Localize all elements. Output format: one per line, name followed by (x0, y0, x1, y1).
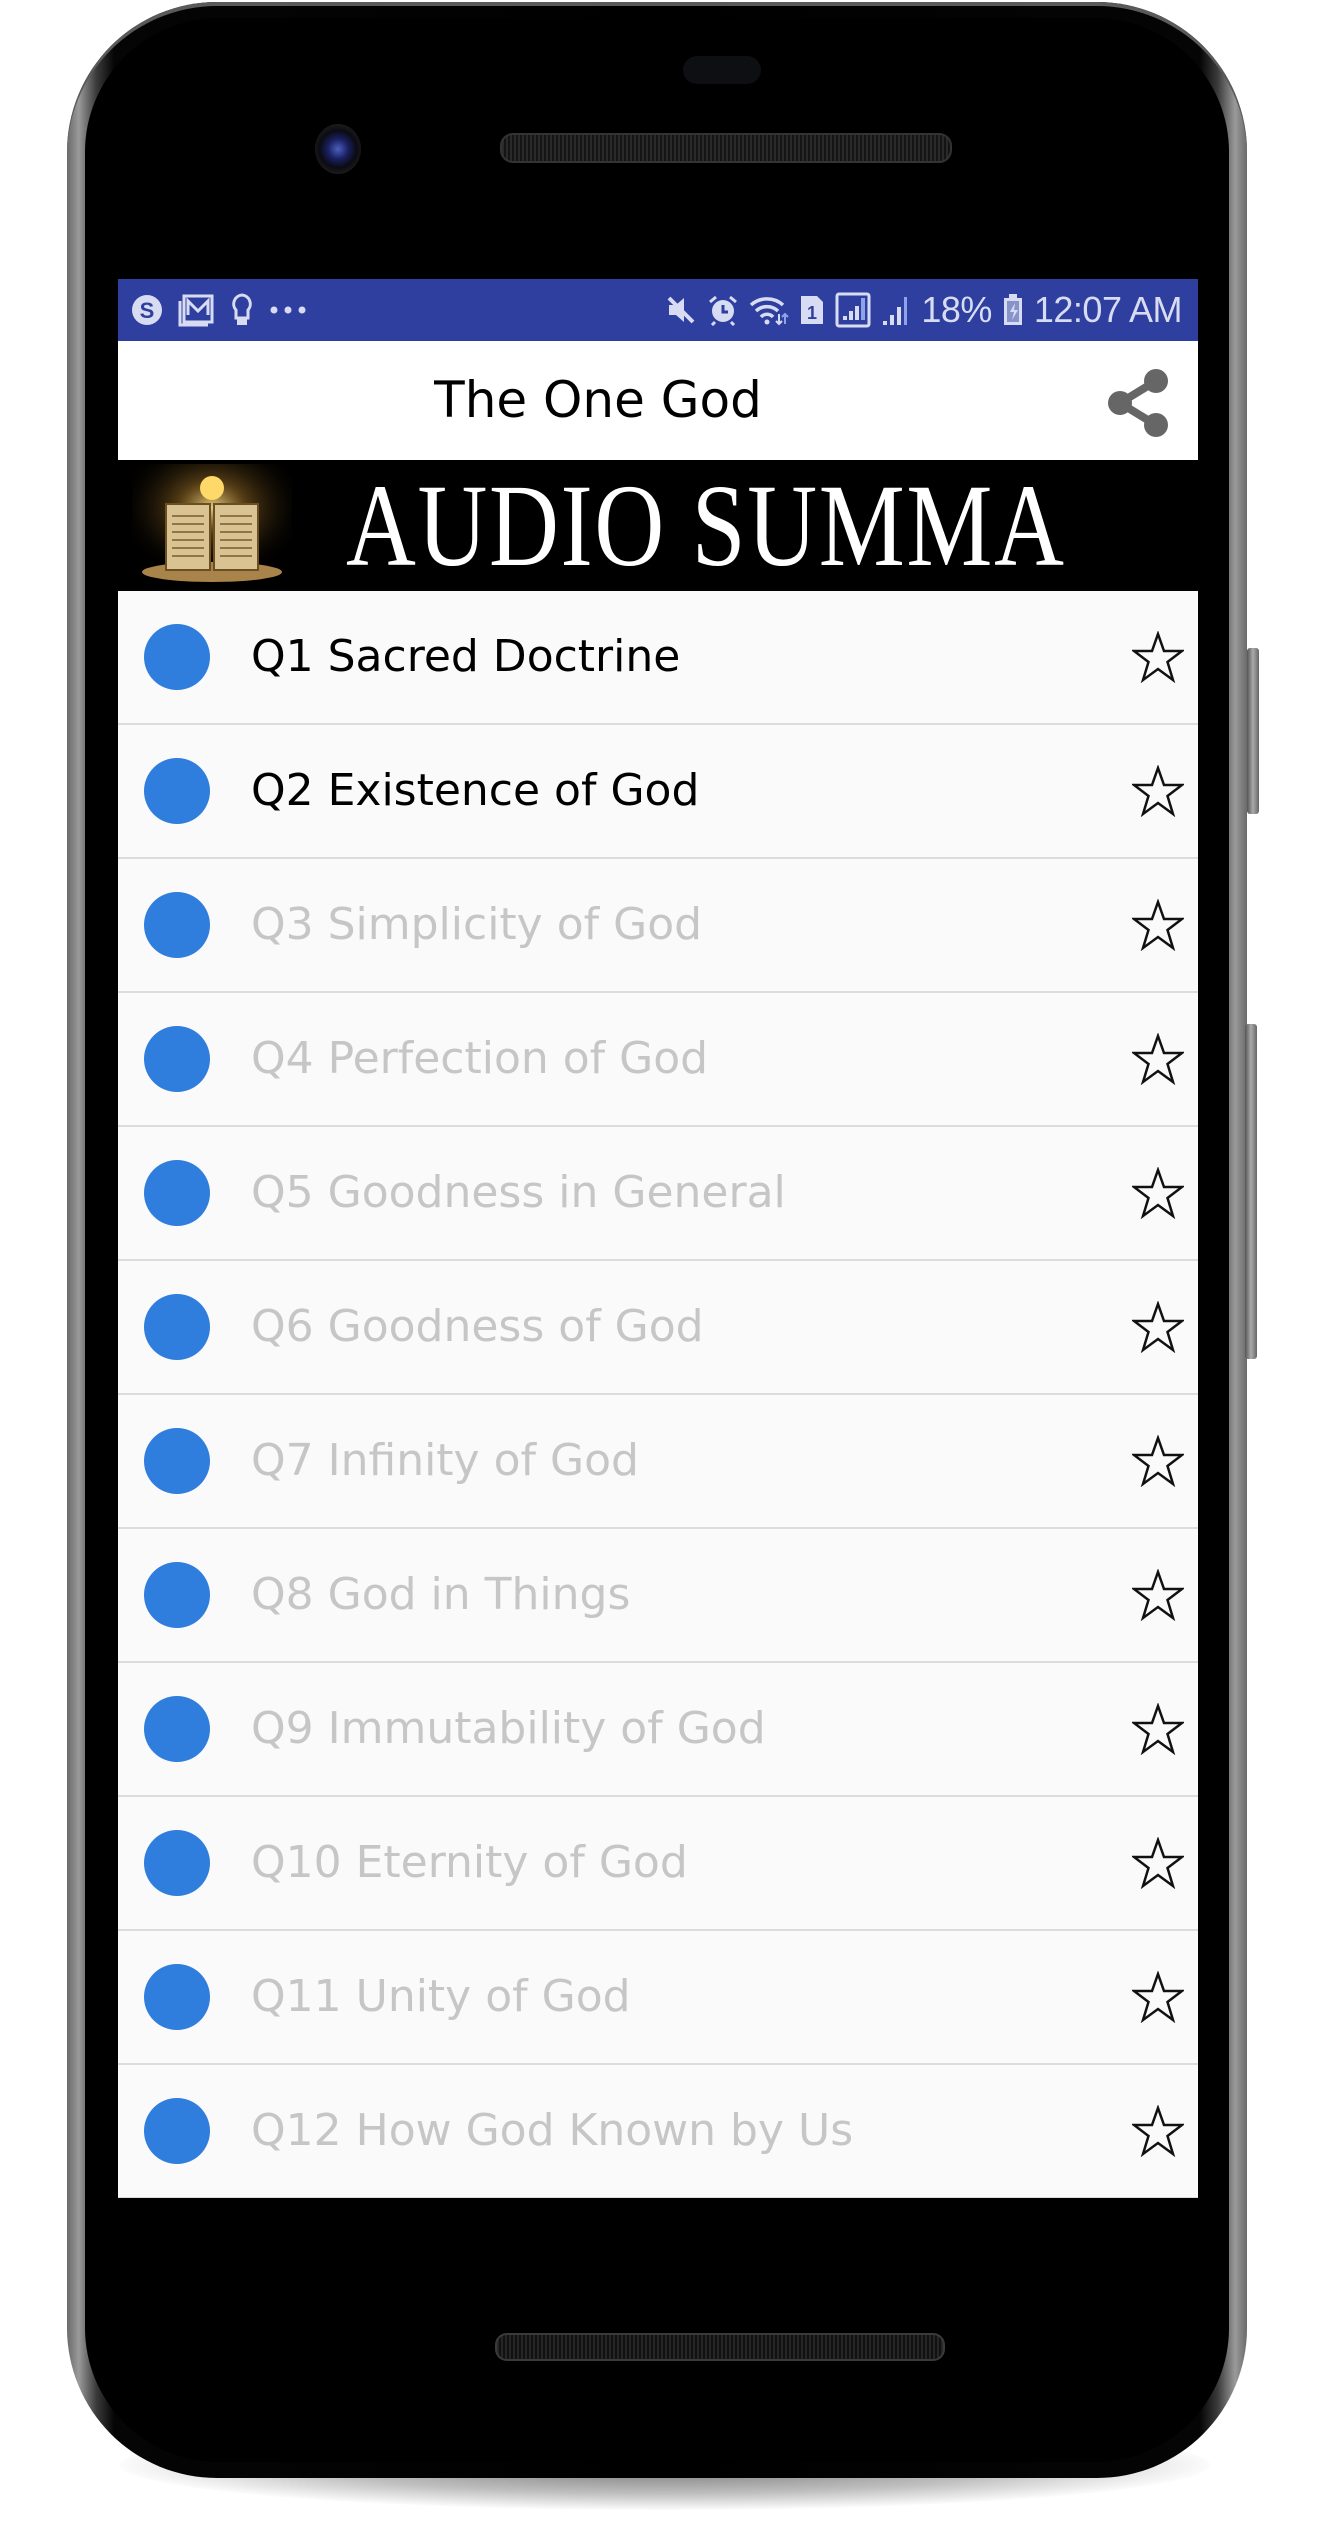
more-dots-icon (268, 304, 308, 316)
circle-icon (144, 892, 210, 958)
audio-summa-banner: AUDIO SUMMA (118, 460, 1198, 591)
favorite-button[interactable] (1130, 1166, 1186, 1220)
list-item-label: Q1 Sacred Doctrine (251, 631, 681, 682)
circle-icon (144, 1160, 210, 1226)
proximity-sensor (683, 56, 761, 84)
list-item-label: Q8 God in Things (251, 1569, 631, 1620)
circle-icon (144, 1562, 210, 1628)
status-bar: S 1 18% 12:07 AM (118, 279, 1198, 341)
alarm-icon (707, 294, 739, 326)
circle-icon (144, 624, 210, 690)
power-button (1247, 648, 1259, 814)
list-item-label: Q12 How God Known by Us (251, 2105, 854, 2156)
list-item-label: Q11 Unity of God (251, 1971, 631, 2022)
star-icon (1130, 1032, 1186, 1086)
favorite-button[interactable] (1130, 1300, 1186, 1354)
list-item[interactable]: Q4 Perfection of God (118, 993, 1198, 1127)
star-icon (1130, 2104, 1186, 2158)
lightbulb-icon (230, 292, 254, 328)
list-item[interactable]: Q7 Infinity of God (118, 1395, 1198, 1529)
app-screen: S 1 18% 12:07 AM The One God AUDIO SUMMA… (118, 279, 1198, 2198)
circle-icon (144, 1830, 210, 1896)
mail-icon (178, 293, 216, 327)
list-item[interactable]: Q6 Goodness of God (118, 1261, 1198, 1395)
list-item[interactable]: Q5 Goodness in General (118, 1127, 1198, 1261)
battery-charging-icon (1002, 293, 1024, 327)
earpiece-speaker (500, 133, 952, 163)
question-list: Q1 Sacred Doctrine Q2 Existence of God Q… (118, 591, 1198, 2198)
skype-icon: S (130, 293, 164, 327)
banner-title: AUDIO SUMMA (346, 460, 1066, 591)
favorite-button[interactable] (1130, 1032, 1186, 1086)
circle-icon (144, 758, 210, 824)
circle-icon (144, 2098, 210, 2164)
list-item-label: Q3 Simplicity of God (251, 899, 703, 950)
favorite-button[interactable] (1130, 1702, 1186, 1756)
star-icon (1130, 1166, 1186, 1220)
star-icon (1130, 1300, 1186, 1354)
battery-percent: 18% (921, 289, 992, 330)
list-item[interactable]: Q3 Simplicity of God (118, 859, 1198, 993)
svg-text:S: S (140, 298, 155, 323)
volume-button (1245, 1024, 1257, 1359)
list-item[interactable]: Q8 God in Things (118, 1529, 1198, 1663)
sim-1-icon: 1 (799, 294, 825, 326)
star-icon (1130, 1970, 1186, 2024)
list-item[interactable]: Q1 Sacred Doctrine (118, 591, 1198, 725)
app-bar: The One God (118, 341, 1198, 460)
svg-text:1: 1 (807, 303, 817, 323)
favorite-button[interactable] (1130, 898, 1186, 952)
share-icon (1108, 369, 1168, 437)
circle-icon (144, 1964, 210, 2030)
star-icon (1130, 1836, 1186, 1890)
circle-icon (144, 1294, 210, 1360)
mute-icon (665, 294, 697, 326)
favorite-button[interactable] (1130, 1970, 1186, 2024)
list-item-label: Q9 Immutability of God (251, 1703, 766, 1754)
list-item-label: Q5 Goodness in General (251, 1167, 786, 1218)
bottom-speaker (495, 2333, 945, 2361)
share-button[interactable] (1098, 363, 1178, 443)
star-icon (1130, 630, 1186, 684)
favorite-button[interactable] (1130, 1568, 1186, 1622)
list-item-label: Q4 Perfection of God (251, 1033, 709, 1084)
list-item[interactable]: Q9 Immutability of God (118, 1663, 1198, 1797)
circle-icon (144, 1428, 210, 1494)
favorite-button[interactable] (1130, 2104, 1186, 2158)
star-icon (1130, 1568, 1186, 1622)
list-item[interactable]: Q10 Eternity of God (118, 1797, 1198, 1931)
star-icon (1130, 1702, 1186, 1756)
list-item-label: Q7 Infinity of God (251, 1435, 639, 1486)
list-item-label: Q2 Existence of God (251, 765, 700, 816)
wifi-icon (749, 294, 790, 326)
list-item[interactable]: Q12 How God Known by Us (118, 2065, 1198, 2198)
favorite-button[interactable] (1130, 630, 1186, 684)
list-item[interactable]: Q11 Unity of God (118, 1931, 1198, 2065)
open-book-illustration (132, 464, 292, 588)
circle-icon (144, 1026, 210, 1092)
signal-box-icon (835, 292, 871, 328)
star-icon (1130, 898, 1186, 952)
front-camera (315, 124, 361, 174)
favorite-button[interactable] (1130, 764, 1186, 818)
signal-icon (881, 293, 911, 327)
list-item[interactable]: Q2 Existence of God (118, 725, 1198, 859)
list-item-label: Q10 Eternity of God (251, 1837, 688, 1888)
favorite-button[interactable] (1130, 1836, 1186, 1890)
list-item-label: Q6 Goodness of God (251, 1301, 704, 1352)
clock: 12:07 AM (1033, 289, 1183, 330)
circle-icon (144, 1696, 210, 1762)
star-icon (1130, 1434, 1186, 1488)
star-icon (1130, 764, 1186, 818)
favorite-button[interactable] (1130, 1434, 1186, 1488)
page-title: The One God (434, 371, 762, 429)
